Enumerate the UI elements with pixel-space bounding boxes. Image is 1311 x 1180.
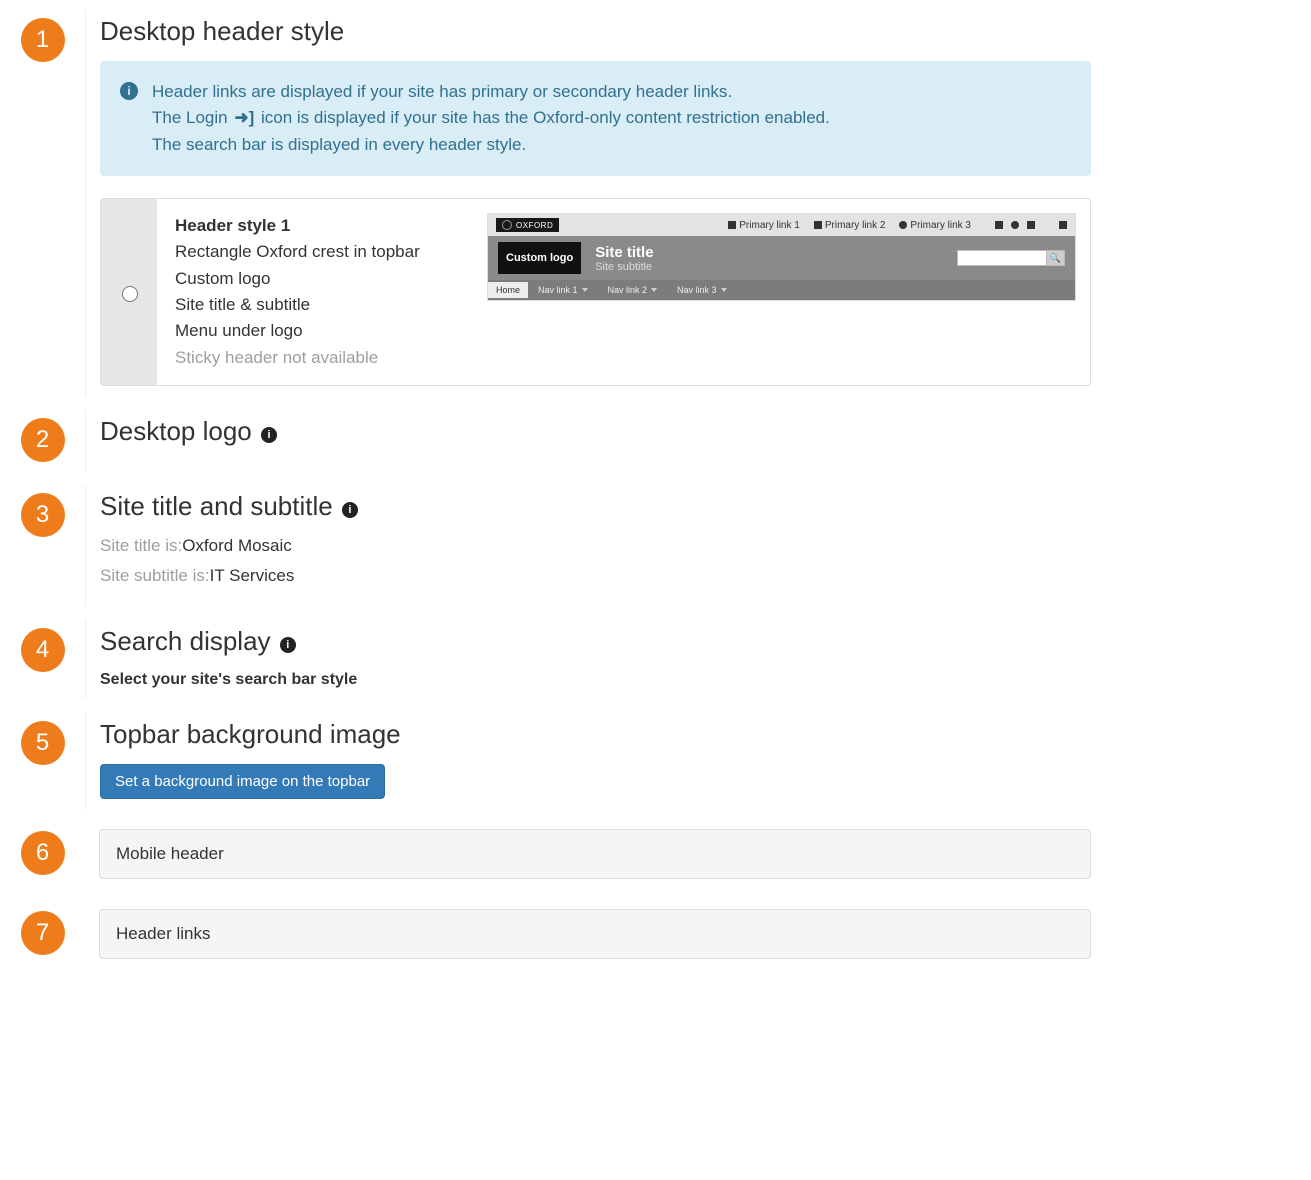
preview-search: 🔍	[957, 250, 1065, 266]
info-icon: i	[120, 82, 138, 100]
info-icon[interactable]: i	[342, 502, 358, 518]
custom-logo: Custom logo	[498, 242, 581, 274]
alert-line-1: Header links are displayed if your site …	[152, 79, 830, 105]
nav-link: Nav link 3	[667, 282, 737, 298]
alert-line-2: The Login ➜] icon is displayed if your s…	[152, 105, 830, 131]
step-badge-2: 2	[21, 418, 65, 462]
primary-link-1: Primary link 1	[728, 220, 800, 231]
nav-link: Nav link 1	[528, 282, 598, 298]
section-title-desktop-header-style: Desktop header style	[100, 16, 1091, 47]
nav-link: Nav link 2	[598, 282, 668, 298]
link-icon	[728, 221, 736, 229]
crest-icon	[502, 220, 512, 230]
option-line: Custom logo	[175, 266, 469, 292]
option-title: Header style 1	[175, 213, 469, 239]
option-line: Rectangle Oxford crest in topbar	[175, 239, 469, 265]
panel-mobile-header[interactable]: Mobile header	[99, 829, 1091, 879]
social-icon	[995, 221, 1003, 229]
social-icon	[1011, 221, 1019, 229]
info-alert: i Header links are displayed if your sit…	[100, 61, 1091, 176]
preview-site-subtitle: Site subtitle	[595, 261, 653, 273]
header-style-1-radio[interactable]	[122, 286, 138, 302]
social-icon	[1027, 221, 1035, 229]
link-icon	[814, 221, 822, 229]
step-badge-4: 4	[21, 628, 65, 672]
info-icon[interactable]: i	[280, 637, 296, 653]
option-radio-col[interactable]	[101, 199, 157, 385]
search-icon: 🔍	[1047, 250, 1065, 266]
login-preview-icon	[1059, 221, 1067, 229]
link-icon	[899, 221, 907, 229]
login-icon: ➜]	[234, 105, 254, 131]
chevron-down-icon	[582, 288, 588, 292]
site-title-row: Site title is:Oxford Mosaic	[100, 536, 1091, 556]
chevron-down-icon	[651, 288, 657, 292]
primary-link-2: Primary link 2	[814, 220, 886, 231]
header-style-option-1[interactable]: Header style 1 Rectangle Oxford crest in…	[100, 198, 1091, 386]
option-line-muted: Sticky header not available	[175, 345, 469, 371]
header-preview: OXFORD Primary link 1 Primary link 2 Pri…	[487, 213, 1076, 301]
step-badge-1: 1	[21, 18, 65, 62]
step-badge-6: 6	[21, 831, 65, 875]
set-topbar-bg-button[interactable]: Set a background image on the topbar	[100, 764, 385, 799]
section-title-site-title-subtitle: Site title and subtitle i	[100, 491, 1091, 522]
panel-header-links[interactable]: Header links	[99, 909, 1091, 959]
site-subtitle-value: IT Services	[210, 566, 295, 585]
section-title-desktop-logo: Desktop logo i	[100, 416, 1091, 447]
preview-site-title: Site title	[595, 244, 653, 261]
primary-link-3: Primary link 3	[899, 220, 971, 231]
section-title-topbar-bg: Topbar background image	[100, 719, 1091, 750]
info-icon[interactable]: i	[261, 427, 277, 443]
step-badge-7: 7	[21, 911, 65, 955]
option-line: Menu under logo	[175, 318, 469, 344]
step-badge-3: 3	[21, 493, 65, 537]
step-badge-5: 5	[21, 721, 65, 765]
section-title-search-display: Search display i	[100, 626, 1091, 657]
alert-line-3: The search bar is displayed in every hea…	[152, 132, 830, 158]
site-title-value: Oxford Mosaic	[182, 536, 292, 555]
option-line: Site title & subtitle	[175, 292, 469, 318]
nav-home: Home	[488, 282, 528, 298]
option-text: Header style 1 Rectangle Oxford crest in…	[157, 199, 487, 385]
oxford-crest: OXFORD	[496, 218, 559, 232]
search-help-text: Select your site's search bar style	[100, 671, 1091, 689]
site-subtitle-row: Site subtitle is:IT Services	[100, 566, 1091, 586]
chevron-down-icon	[721, 288, 727, 292]
